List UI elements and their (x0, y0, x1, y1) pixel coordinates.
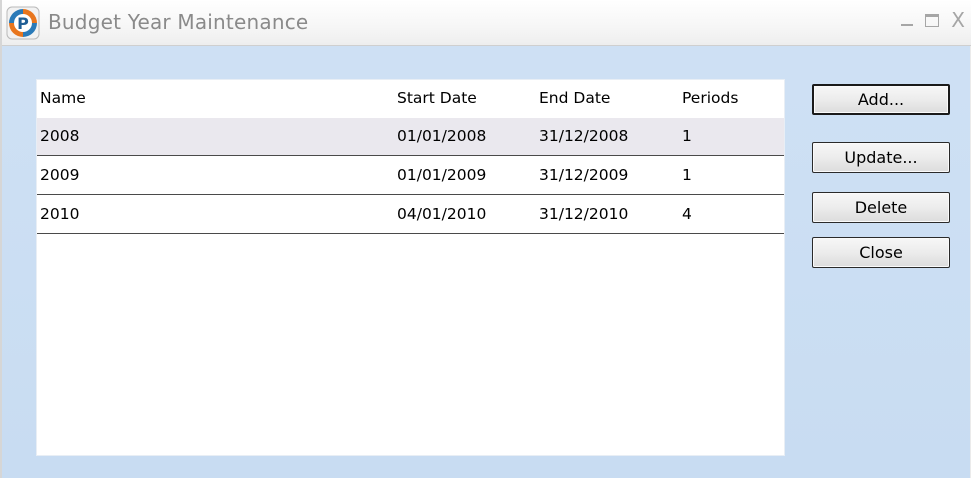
window-title: Budget Year Maintenance (48, 10, 309, 34)
cell-start-date: 01/01/2008 (397, 127, 487, 145)
close-icon[interactable]: X (951, 10, 965, 30)
table-row[interactable]: 2010 04/01/2010 31/12/2010 4 (37, 196, 784, 234)
cell-name: 2010 (40, 205, 80, 223)
cell-periods: 1 (682, 166, 692, 184)
delete-button[interactable]: Delete (812, 192, 950, 223)
column-header-end-date[interactable]: End Date (539, 89, 610, 107)
maximize-icon[interactable] (925, 14, 940, 27)
table-row[interactable]: 2009 01/01/2009 31/12/2009 1 (37, 157, 784, 195)
cell-name: 2008 (40, 127, 80, 145)
cell-end-date: 31/12/2010 (539, 205, 629, 223)
svg-text:P: P (17, 14, 29, 33)
budget-year-window: P Budget Year Maintenance X Name Start D… (0, 0, 971, 478)
column-header-start-date[interactable]: Start Date (397, 89, 477, 107)
budget-years-grid[interactable]: Name Start Date End Date Periods 2008 01… (36, 79, 785, 456)
cell-end-date: 31/12/2009 (539, 166, 629, 184)
title-bar[interactable]: P Budget Year Maintenance X (2, 0, 971, 46)
table-row[interactable]: 2008 01/01/2008 31/12/2008 1 (37, 118, 784, 156)
minimize-icon[interactable] (901, 14, 914, 26)
close-button[interactable]: Close (812, 237, 950, 268)
add-button[interactable]: Add... (812, 84, 950, 115)
cell-start-date: 04/01/2010 (397, 205, 487, 223)
update-button[interactable]: Update... (812, 142, 950, 173)
window-controls: X (901, 10, 965, 30)
cell-start-date: 01/01/2009 (397, 166, 487, 184)
app-logo-icon: P (6, 6, 40, 40)
cell-periods: 4 (682, 205, 692, 223)
column-header-periods[interactable]: Periods (682, 89, 738, 107)
cell-periods: 1 (682, 127, 692, 145)
cell-end-date: 31/12/2008 (539, 127, 629, 145)
column-header-name[interactable]: Name (40, 89, 86, 107)
cell-name: 2009 (40, 166, 80, 184)
grid-header: Name Start Date End Date Periods (37, 80, 784, 118)
